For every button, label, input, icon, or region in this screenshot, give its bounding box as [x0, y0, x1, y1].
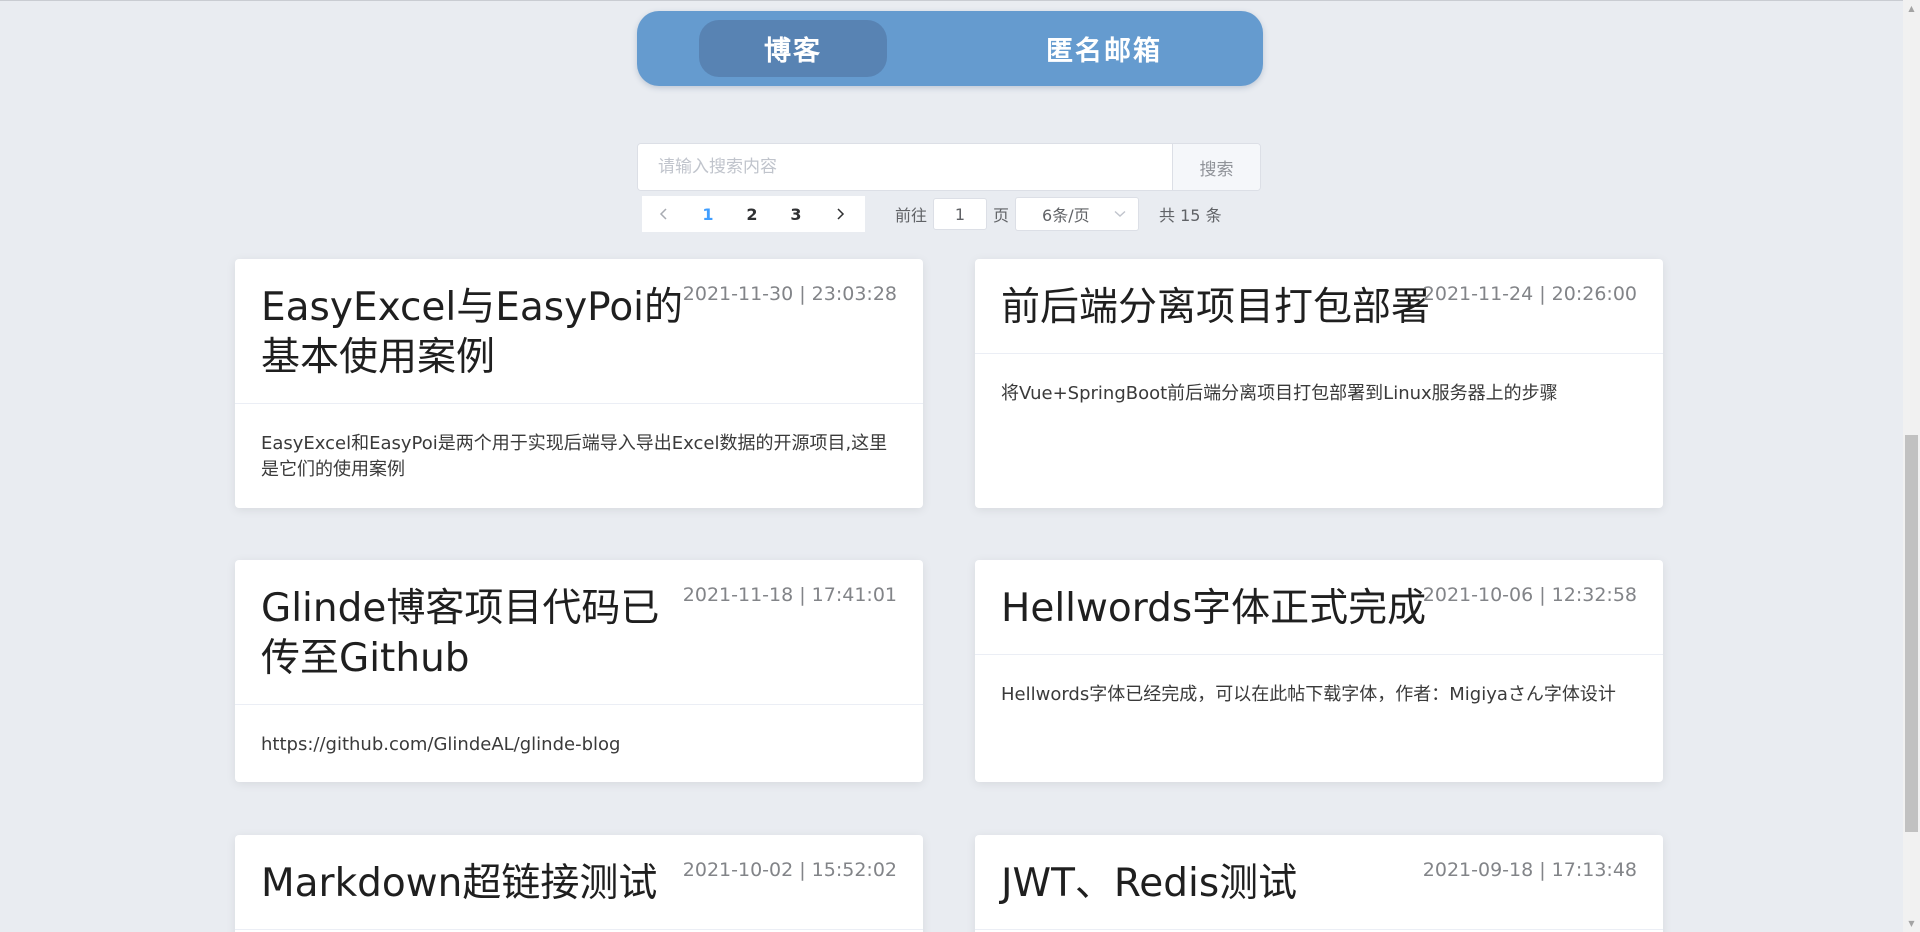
chevron-right-icon — [837, 208, 845, 220]
post-date: 2021-11-30 | 23:03:28 — [682, 283, 897, 305]
search-bar: 搜索 — [637, 143, 1261, 191]
page-number-2[interactable]: 2 — [730, 196, 774, 232]
post-date: 2021-09-18 | 17:13:48 — [1422, 859, 1637, 881]
post-card[interactable]: Markdown超链接测试 2021-10-02 | 15:52:02 — [235, 835, 923, 932]
prev-page-button[interactable] — [642, 196, 686, 232]
post-title[interactable]: 前后端分离项目打包部署 — [1001, 283, 1431, 333]
top-border — [0, 0, 1920, 1]
page-size-select[interactable]: 6条/页 — [1015, 197, 1140, 231]
tab-anonymous-mailbox[interactable]: 匿名邮箱 — [1009, 20, 1199, 77]
goto-page-input[interactable] — [933, 198, 988, 230]
scrollbar-thumb[interactable] — [1905, 435, 1918, 832]
post-date: 2021-10-06 | 12:32:58 — [1422, 584, 1637, 606]
chevron-down-icon — [1114, 210, 1126, 217]
chevron-left-icon — [659, 208, 667, 220]
post-summary: 将Vue+SpringBoot前后端分离项目打包部署到Linux服务器上的步骤 — [1001, 383, 1558, 404]
post-title[interactable]: Hellwords字体正式完成 — [1001, 584, 1431, 634]
post-card[interactable]: JWT、Redis测试 2021-09-18 | 17:13:48 — [975, 835, 1663, 932]
blog-page: 博客 匿名邮箱 搜索 1 2 3 前往 页 — [0, 0, 1920, 932]
pager: 1 2 3 — [642, 196, 865, 232]
post-card-header: Glinde博客项目代码已传至Github 2021-11-18 | 17:41… — [235, 560, 923, 705]
post-date: 2021-11-24 | 20:26:00 — [1422, 283, 1637, 305]
post-title[interactable]: Markdown超链接测试 — [261, 859, 691, 909]
goto-label: 前往 — [895, 206, 928, 225]
post-title[interactable]: Glinde博客项目代码已传至Github — [261, 584, 691, 684]
page-jumper: 前往 页 — [895, 198, 1009, 230]
post-title[interactable]: JWT、Redis测试 — [1001, 859, 1431, 909]
total-count: 共 15 条 — [1159, 206, 1222, 225]
post-card-header: Markdown超链接测试 2021-10-02 | 15:52:02 — [235, 835, 923, 930]
tab-blog[interactable]: 博客 — [699, 20, 887, 77]
pagination: 1 2 3 前往 页 6条/页 共 15 条 — [642, 196, 1222, 232]
post-card[interactable]: Hellwords字体正式完成 2021-10-06 | 12:32:58 He… — [975, 560, 1663, 782]
post-card-header: EasyExcel与EasyPoi的基本使用案例 2021-11-30 | 23… — [235, 259, 923, 404]
page-suffix-label: 页 — [993, 206, 1010, 225]
post-title[interactable]: EasyExcel与EasyPoi的基本使用案例 — [261, 283, 691, 383]
post-card-header: 前后端分离项目打包部署 2021-11-24 | 20:26:00 — [975, 259, 1663, 354]
post-card-header: Hellwords字体正式完成 2021-10-06 | 12:32:58 — [975, 560, 1663, 655]
post-card[interactable]: Glinde博客项目代码已传至Github 2021-11-18 | 17:41… — [235, 560, 923, 782]
scroll-down-arrow-icon[interactable]: ▼ — [1903, 915, 1920, 932]
post-date: 2021-10-02 | 15:52:02 — [682, 859, 897, 881]
post-summary: https://github.com/GlindeAL/glinde-blog — [261, 734, 621, 755]
search-input[interactable] — [638, 144, 1172, 190]
post-card[interactable]: EasyExcel与EasyPoi的基本使用案例 2021-11-30 | 23… — [235, 259, 923, 508]
post-date: 2021-11-18 | 17:41:01 — [682, 584, 897, 606]
page-size-value: 6条/页 — [1042, 206, 1090, 225]
page-number-3[interactable]: 3 — [774, 196, 818, 232]
post-summary: EasyExcel和EasyPoi是两个用于实现后端导入导出Excel数据的开源… — [261, 433, 888, 480]
post-summary: Hellwords字体已经完成，可以在此帖下载字体，作者：Migiyaさん字体设… — [1001, 684, 1616, 705]
post-card[interactable]: 前后端分离项目打包部署 2021-11-24 | 20:26:00 将Vue+S… — [975, 259, 1663, 508]
page-number-1[interactable]: 1 — [686, 196, 730, 232]
search-button[interactable]: 搜索 — [1172, 144, 1260, 190]
post-card-header: JWT、Redis测试 2021-09-18 | 17:13:48 — [975, 835, 1663, 930]
next-page-button[interactable] — [818, 196, 862, 232]
nav-bar: 博客 匿名邮箱 — [637, 11, 1263, 86]
page-scrollbar[interactable]: ▲ ▼ — [1903, 0, 1920, 932]
scroll-up-arrow-icon[interactable]: ▲ — [1903, 0, 1920, 17]
